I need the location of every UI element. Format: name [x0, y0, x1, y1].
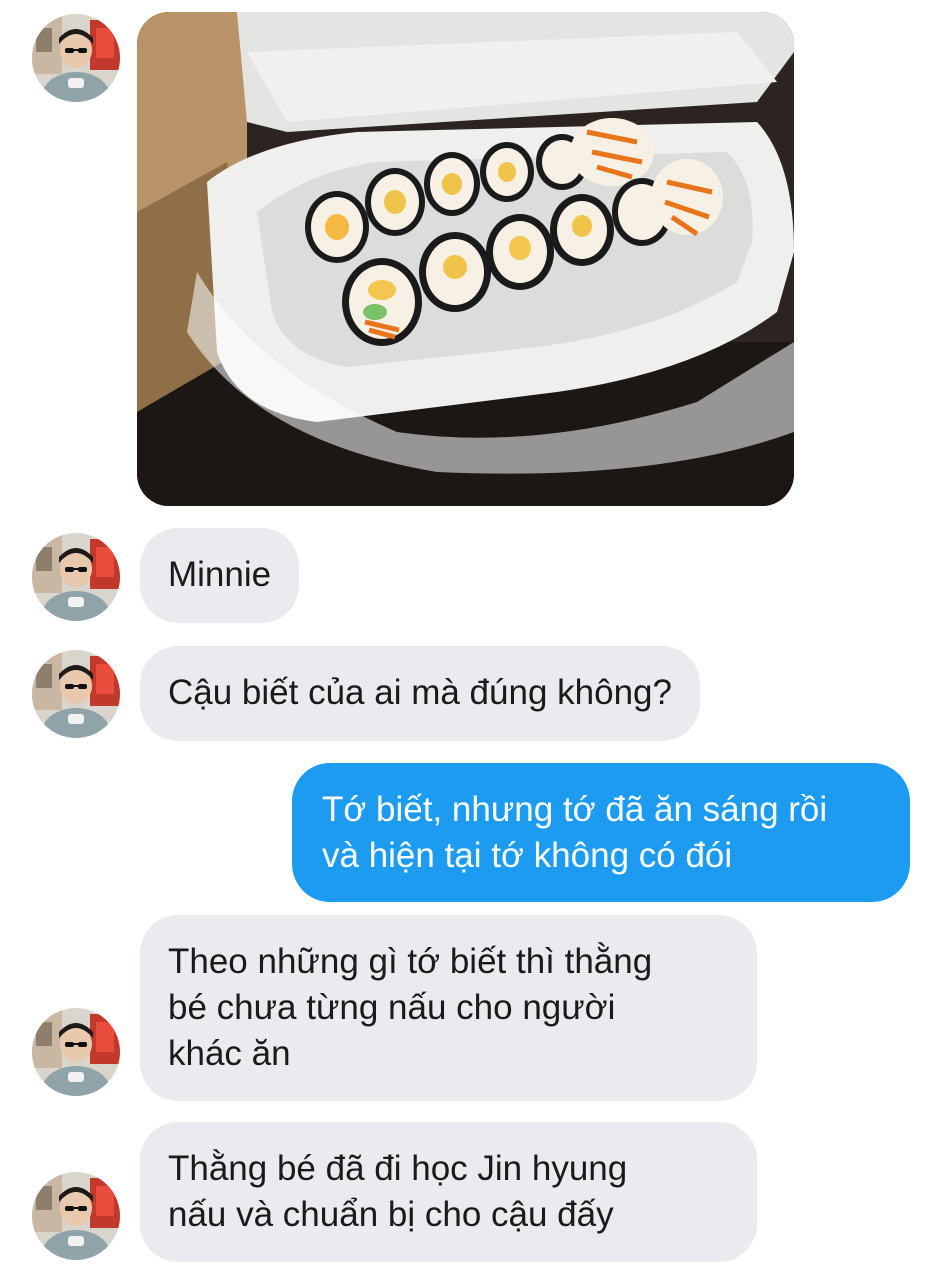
outgoing-message-bubble[interactable]: Tớ biết, nhưng tớ đã ăn sáng rồi và hiện…: [292, 763, 910, 902]
message-text: bé chưa từng nấu cho người: [168, 988, 616, 1027]
sender-avatar[interactable]: [32, 14, 120, 102]
incoming-message-bubble[interactable]: Cậu biết của ai mà đúng không?: [140, 646, 700, 741]
incoming-message-bubble[interactable]: Thằng bé đã đi học Jin hyung nấu và chuẩ…: [140, 1122, 757, 1262]
sender-avatar[interactable]: [32, 1008, 120, 1096]
message-text: Theo những gì tớ biết thì thằng: [168, 942, 653, 981]
message-text: nấu và chuẩn bị cho cậu đấy: [168, 1195, 614, 1234]
shared-photo[interactable]: [137, 12, 794, 506]
sender-avatar[interactable]: [32, 533, 120, 621]
message-text: Thằng bé đã đi học Jin hyung: [168, 1149, 628, 1188]
message-text: Cậu biết của ai mà đúng không?: [168, 673, 672, 712]
sender-avatar[interactable]: [32, 650, 120, 738]
incoming-message-bubble[interactable]: Theo những gì tớ biết thì thằng bé chưa …: [140, 915, 757, 1101]
message-text: và hiện tại tớ không có đói: [322, 836, 733, 875]
sender-avatar[interactable]: [32, 1172, 120, 1260]
chat-thread: Minnie Cậu biết của ai mà đúng không? Tớ…: [0, 0, 941, 1280]
message-text: Minnie: [168, 555, 272, 594]
message-text: Tớ biết, nhưng tớ đã ăn sáng rồi: [322, 790, 828, 829]
message-text: khác ăn: [168, 1034, 291, 1073]
incoming-message-bubble[interactable]: Minnie: [140, 528, 300, 623]
